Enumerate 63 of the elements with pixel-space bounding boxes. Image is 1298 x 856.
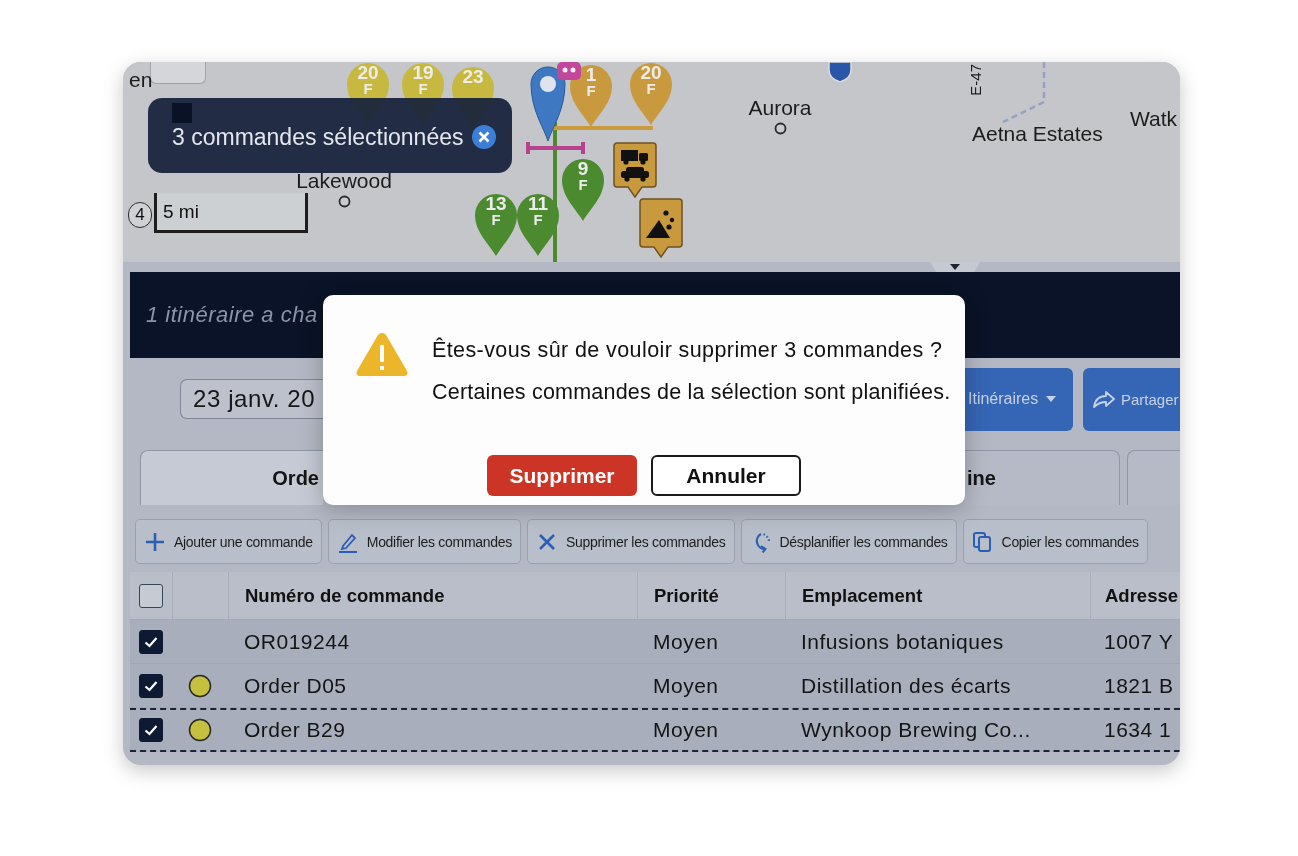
table-cell-text: Moyen	[652, 717, 720, 743]
table-cell-text: OR019244	[243, 628, 351, 655]
table-cell-text: Distillation des écarts	[800, 672, 1012, 699]
routes-dropdown-button[interactable]: Itinéraires	[965, 367, 1073, 431]
table-cell-text: 1821 B	[1103, 672, 1175, 699]
edit-button[interactable]: Modifier les commandes	[327, 519, 521, 564]
add-button[interactable]: Ajouter une commande	[135, 519, 322, 564]
place-label: Aurora	[748, 96, 812, 120]
row-checkbox[interactable]	[139, 718, 163, 742]
warning-icon	[355, 330, 409, 378]
scale-bar: 5 mi	[154, 193, 308, 233]
table-row[interactable]: Order B29 Moyen Wynkoop Brewing Co... 1634 1	[130, 708, 1180, 752]
table-cell-text: 1007 Y	[1103, 628, 1175, 655]
banner-text: 1 itinéraire a cha	[146, 302, 318, 328]
tab[interactable]: Orde	[140, 450, 323, 505]
town-marker-icon	[337, 195, 351, 208]
copy-button[interactable]: Copier les commandes	[962, 519, 1148, 564]
share-button[interactable]: Partager	[1083, 367, 1180, 431]
column-header[interactable]: Priorité	[637, 572, 785, 619]
place-label: Watk	[1130, 107, 1178, 131]
table-cell-text: Wynkoop Brewing Co...	[800, 717, 1032, 743]
row-checkbox[interactable]	[139, 673, 163, 698]
copy-icon	[971, 530, 994, 553]
square-icon	[172, 103, 192, 123]
place-label: en	[129, 68, 153, 92]
table-cell-text: Order B29	[243, 717, 347, 743]
delete-button[interactable]: Supprimer	[487, 455, 637, 496]
town-marker-icon	[773, 122, 787, 135]
check-icon	[143, 722, 159, 738]
caret-down-icon	[950, 264, 960, 270]
select-all-checkbox[interactable]	[139, 583, 163, 608]
table-row[interactable]: OR019244 Moyen Infusions botaniques 1007 Y	[130, 620, 1180, 664]
tab[interactable]: ine	[965, 450, 1120, 505]
table-row[interactable]: Order D05 Moyen Distillation des écarts 1821 B	[130, 664, 1180, 708]
column-header[interactable]: Adresse	[1090, 572, 1180, 619]
collapse-handle[interactable]	[930, 262, 980, 272]
dots-marker-icon[interactable]	[557, 62, 581, 80]
column-header[interactable]: Emplacement	[785, 572, 1090, 619]
column-header[interactable]: Numéro de commande	[228, 572, 637, 619]
road-label: E-47	[968, 64, 984, 96]
share-icon	[1093, 390, 1115, 408]
dialog-message: Certaines commandes de la sélection sont planifiées.	[432, 379, 951, 405]
map-pin[interactable]: 13 F	[474, 193, 518, 257]
cancel-button[interactable]: Annuler	[651, 455, 801, 496]
highway-shield-icon	[828, 62, 852, 82]
map-pin[interactable]: 11 F	[516, 193, 560, 257]
dialog-title: Êtes-vous sûr de vouloir supprimer 3 commandes ?	[432, 337, 944, 363]
place-label: Aetna Estates	[972, 122, 1103, 146]
close-icon[interactable]	[471, 125, 496, 149]
delete-button[interactable]: Supprimer les commandes	[526, 519, 735, 564]
caret-down-icon	[1046, 396, 1057, 402]
plus-icon	[144, 530, 166, 553]
table-cell-text: Moyen	[652, 628, 720, 655]
place-label: Lakewood	[296, 169, 392, 193]
table-cell-text: Moyen	[652, 672, 720, 699]
map-pin[interactable]: 9 F	[561, 158, 605, 222]
table-cell-text: 1634 1	[1103, 717, 1173, 743]
table-cell-text: Order D05	[243, 672, 348, 699]
row-checkbox[interactable]	[139, 629, 163, 654]
unschedule-button[interactable]: Désplanifier les commandes	[740, 519, 957, 564]
date-field[interactable]: 23 janv. 20	[180, 379, 323, 419]
table-cell-text: Infusions botaniques	[800, 628, 1005, 655]
location-pin-icon[interactable]	[530, 66, 566, 142]
